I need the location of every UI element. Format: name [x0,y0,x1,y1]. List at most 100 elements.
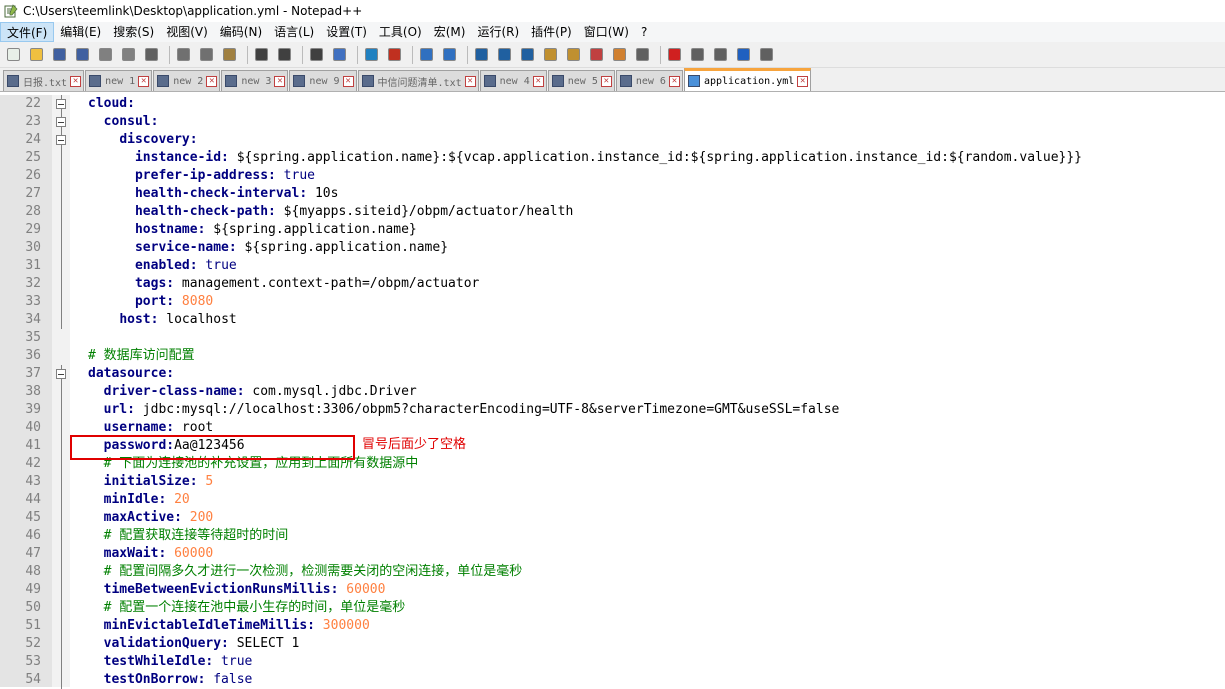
save-icon[interactable] [50,46,68,64]
record-macro-icon[interactable] [665,46,683,64]
code-line[interactable]: consul: [88,113,1225,131]
replace-icon[interactable] [330,46,348,64]
code-line[interactable]: hostname: ${spring.application.name} [88,221,1225,239]
close-tab-icon[interactable]: ✕ [600,75,612,87]
menu-item[interactable]: 插件(P) [525,22,578,42]
code-line[interactable]: instance-id: ${spring.application.name}:… [88,149,1225,167]
sync-v-icon[interactable] [417,46,435,64]
document-tab[interactable]: 中信问题清单.txt ✕ [357,70,479,91]
save-macro-icon[interactable] [757,46,775,64]
function-list-icon[interactable] [587,46,605,64]
document-tab[interactable]: application.yml ✕ [683,68,812,91]
close-tab-icon[interactable]: ✕ [70,75,82,87]
code-line[interactable]: testOnBorrow: false [88,671,1225,687]
open-file-icon[interactable] [27,46,45,64]
undo-icon[interactable] [252,46,270,64]
code-line[interactable]: host: localhost [88,311,1225,329]
document-tab[interactable]: new 4 ✕ [479,70,547,91]
fold-toggle-icon[interactable] [56,135,66,145]
document-tab[interactable]: new 9 ✕ [289,70,357,91]
fold-toggle-icon[interactable] [56,99,66,109]
close-all-icon[interactable] [119,46,137,64]
menu-item[interactable]: 编辑(E) [54,22,107,42]
code-line[interactable] [88,329,1225,347]
document-tab[interactable]: new 2 ✕ [153,70,221,91]
cut-icon[interactable] [174,46,192,64]
code-line[interactable]: url: jdbc:mysql://localhost:3306/obpm5?c… [88,401,1225,419]
menu-item[interactable]: 视图(V) [160,22,214,42]
menu-item[interactable]: 文件(F) [0,22,55,42]
code-line[interactable]: testWhileIdle: true [88,653,1225,671]
udl-icon[interactable] [541,46,559,64]
menu-item[interactable]: ? [635,22,653,42]
monitor-icon[interactable] [633,46,651,64]
menu-item[interactable]: 语言(L) [268,22,320,42]
menu-item[interactable]: 窗口(W) [578,22,635,42]
document-tab[interactable]: new 1 ✕ [85,70,153,91]
fold-toggle-icon[interactable] [56,117,66,127]
run-macro-icon[interactable] [734,46,752,64]
close-icon[interactable] [96,46,114,64]
code-line[interactable]: initialSize: 5 [88,473,1225,491]
zoom-out-icon[interactable] [385,46,403,64]
code-line[interactable]: cloud: [88,95,1225,113]
menu-item[interactable]: 编码(N) [214,22,268,42]
sync-h-icon[interactable] [440,46,458,64]
close-tab-icon[interactable]: ✕ [464,75,476,87]
menu-item[interactable]: 工具(O) [373,22,428,42]
document-tab[interactable]: new 6 ✕ [615,70,683,91]
close-tab-icon[interactable]: ✕ [797,75,809,87]
code-line[interactable]: driver-class-name: com.mysql.jdbc.Driver [88,383,1225,401]
code-line[interactable]: discovery: [88,131,1225,149]
code-line[interactable]: health-check-path: ${myapps.siteid}/obpm… [88,203,1225,221]
code-line[interactable]: maxActive: 200 [88,509,1225,527]
close-tab-icon[interactable]: ✕ [274,75,286,87]
code-line[interactable]: # 配置间隔多久才进行一次检测，检测需要关闭的空闲连接，单位是毫秒 [88,563,1225,581]
doc-map-icon[interactable] [564,46,582,64]
code-line[interactable]: enabled: true [88,257,1225,275]
code-line[interactable]: maxWait: 60000 [88,545,1225,563]
code-area[interactable]: cloud: consul: discovery: instance-id: $… [70,95,1225,687]
document-tab[interactable]: 日报.txt ✕ [3,70,85,91]
code-line[interactable]: port: 8080 [88,293,1225,311]
editor[interactable]: 22 23 24 25 26 27 28 29 30 31 32 33 34 35 36 37 38 39 40 41… [0,95,1225,689]
find-icon[interactable] [307,46,325,64]
code-line[interactable]: # 配置获取连接等待超时的时间 [88,527,1225,545]
close-tab-icon[interactable]: ✕ [532,75,544,87]
folder-workspace-icon[interactable] [610,46,628,64]
fold-toggle-icon[interactable] [56,369,66,379]
close-tab-icon[interactable]: ✕ [138,75,150,87]
code-line[interactable]: minEvictableIdleTimeMillis: 300000 [88,617,1225,635]
stop-macro-icon[interactable] [688,46,706,64]
close-tab-icon[interactable]: ✕ [668,75,680,87]
document-tab[interactable]: new 5 ✕ [547,70,615,91]
print-icon[interactable] [142,46,160,64]
code-line[interactable]: # 数据库访问配置 [88,347,1225,365]
zoom-in-icon[interactable] [362,46,380,64]
code-line[interactable]: validationQuery: SELECT 1 [88,635,1225,653]
close-tab-icon[interactable]: ✕ [342,75,354,87]
code-line[interactable]: timeBetweenEvictionRunsMillis: 60000 [88,581,1225,599]
menu-item[interactable]: 搜索(S) [107,22,160,42]
code-line[interactable]: health-check-interval: 10s [88,185,1225,203]
code-line[interactable]: prefer-ip-address: true [88,167,1225,185]
menu-item[interactable]: 设置(T) [320,22,373,42]
code-line[interactable]: # 配置一个连接在池中最小生存的时间，单位是毫秒 [88,599,1225,617]
menu-item[interactable]: 运行(R) [471,22,525,42]
code-line[interactable]: minIdle: 20 [88,491,1225,509]
save-all-icon[interactable] [73,46,91,64]
wrap-icon[interactable] [472,46,490,64]
play-macro-icon[interactable] [711,46,729,64]
document-tab[interactable]: new 3 ✕ [221,70,289,91]
code-line[interactable]: service-name: ${spring.application.name} [88,239,1225,257]
copy-icon[interactable] [197,46,215,64]
new-file-icon[interactable] [4,46,22,64]
code-line[interactable]: tags: management.context-path=/obpm/actu… [88,275,1225,293]
indent-guide-icon[interactable] [518,46,536,64]
show-all-icon[interactable] [495,46,513,64]
code-line[interactable]: datasource: [88,365,1225,383]
menu-item[interactable]: 宏(M) [428,22,472,42]
redo-icon[interactable] [275,46,293,64]
close-tab-icon[interactable]: ✕ [206,75,218,87]
paste-icon[interactable] [220,46,238,64]
